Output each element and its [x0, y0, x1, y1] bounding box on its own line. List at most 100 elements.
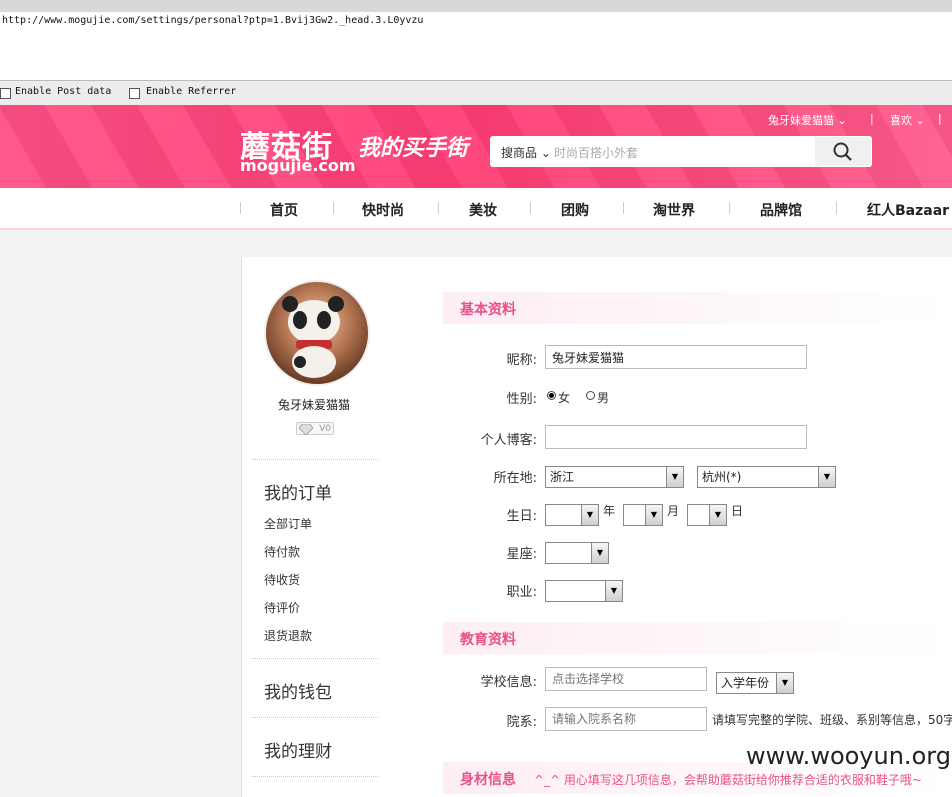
day-unit: 日 — [731, 504, 744, 518]
dropdown-arrow-icon: ▼ — [776, 673, 793, 693]
nav-item-bazaar[interactable]: 红人Bazaar — [867, 200, 949, 220]
vip-level-text: V0 — [319, 424, 331, 434]
sidebar-username[interactable]: 兔牙妹爱猫猫 — [278, 396, 350, 413]
zodiac-label: 星座: — [506, 547, 537, 562]
search-button[interactable] — [815, 137, 871, 166]
watermark: www.wooyun.org — [746, 742, 951, 770]
birthday-label: 生日: — [506, 509, 537, 524]
section-education-header — [443, 622, 952, 654]
diamond-icon — [299, 424, 313, 435]
section-basic-header — [443, 292, 952, 324]
nav-separator — [530, 202, 531, 214]
sidebar-my-finance[interactable]: 我的理财 — [264, 737, 332, 762]
job-label: 职业: — [506, 585, 537, 600]
chevron-down-icon: ⌄ — [837, 114, 847, 127]
url-text: http://www.mogujie.com/settings/personal… — [2, 15, 424, 26]
dropdown-arrow-icon: ▼ — [709, 505, 726, 525]
school-input[interactable] — [545, 667, 707, 691]
year-unit: 年 — [603, 504, 616, 518]
nav-item-group-buy[interactable]: 团购 — [561, 200, 589, 220]
province-select[interactable]: 浙江 ▼ — [545, 466, 684, 488]
nav-item-beauty[interactable]: 美妆 — [469, 200, 497, 220]
dropdown-arrow-icon: ▼ — [581, 505, 598, 525]
gender-male-label: 男 — [597, 391, 610, 405]
nav-separator — [438, 202, 439, 214]
zodiac-select[interactable]: ▼ — [545, 542, 609, 564]
nav-separator — [240, 202, 241, 214]
birth-day-select[interactable]: ▼ — [687, 504, 727, 526]
sidebar-item-all-orders[interactable]: 全部订单 — [264, 515, 312, 532]
nav-item-world[interactable]: 淘世界 — [653, 200, 695, 220]
dropdown-arrow-icon: ▼ — [818, 467, 835, 487]
gender-label: 性别: — [506, 392, 537, 407]
chevron-down-icon: ⌄ — [540, 146, 551, 160]
sidebar-my-wallet[interactable]: 我的钱包 — [264, 678, 332, 703]
section-education-title: 教育资料 — [460, 632, 516, 648]
favorites-menu[interactable]: 喜欢 ⌄ — [890, 112, 925, 128]
sidebar-item-pending-receipt[interactable]: 待收货 — [264, 571, 300, 588]
enable-referrer-checkbox[interactable] — [129, 88, 140, 99]
nav-separator — [729, 202, 730, 214]
gender-female-radio[interactable] — [547, 391, 556, 400]
panda-avatar-image — [282, 296, 344, 378]
sidebar-my-orders[interactable]: 我的订单 — [264, 479, 332, 504]
birth-year-select[interactable]: ▼ — [545, 504, 599, 526]
sidebar-item-refund[interactable]: 退货退款 — [264, 627, 312, 644]
nav-item-brands[interactable]: 品牌馆 — [760, 200, 802, 220]
search-icon — [833, 142, 852, 161]
chevron-down-icon: ⌄ — [915, 114, 925, 127]
nickname-input[interactable] — [545, 345, 807, 369]
sidebar-item-pending-review[interactable]: 待评价 — [264, 599, 300, 616]
avatar[interactable] — [264, 280, 370, 386]
favorites-label: 喜欢 — [890, 114, 912, 127]
blog-input[interactable] — [545, 425, 807, 449]
department-label: 院系: — [506, 715, 537, 730]
sidebar-item-pending-payment[interactable]: 待付款 — [264, 543, 300, 560]
location-label: 所在地: — [493, 471, 537, 486]
search-category-dropdown[interactable]: 搜商品 ⌄ — [501, 144, 551, 161]
city-select[interactable]: 杭州(*) ▼ — [697, 466, 836, 488]
user-menu-label: 兔牙妹爱猫猫 — [768, 114, 834, 127]
department-input[interactable] — [545, 707, 707, 731]
entry-year-value: 入学年份 — [721, 676, 770, 690]
sidebar-divider — [252, 658, 378, 659]
nav-separator — [333, 202, 334, 214]
section-body-title: 身材信息 — [460, 772, 516, 788]
nav-item-fast-fashion[interactable]: 快时尚 — [362, 200, 404, 220]
search-category-label: 搜商品 — [501, 146, 538, 160]
header-separator: | — [938, 112, 942, 125]
enable-post-data-checkbox[interactable] — [0, 88, 11, 99]
school-label: 学校信息: — [480, 675, 537, 690]
site-slogan: 我的买手街 — [358, 135, 469, 161]
header-separator: | — [870, 112, 874, 125]
nav-separator — [836, 202, 837, 214]
dropdown-arrow-icon: ▼ — [645, 505, 662, 525]
month-unit: 月 — [667, 504, 680, 518]
birth-month-select[interactable]: ▼ — [623, 504, 663, 526]
section-body-note: ^_^ 用心填写这几项信息，会帮助蘑菇街给你推荐合适的衣服和鞋子哦~ — [534, 773, 922, 787]
search-input[interactable] — [552, 139, 811, 166]
enable-referrer-label: Enable Referrer — [146, 86, 237, 97]
job-select[interactable]: ▼ — [545, 580, 623, 602]
site-logo-domain: mogujie.com — [240, 156, 356, 175]
nav-item-home[interactable]: 首页 — [270, 200, 298, 220]
section-basic-title: 基本资料 — [460, 302, 516, 318]
nickname-label: 昵称: — [506, 353, 537, 368]
gender-male-radio[interactable] — [586, 391, 595, 400]
vip-level-badge: V0 — [296, 422, 334, 435]
department-hint: 请填写完整的学院、班级、系别等信息，50字 — [712, 713, 952, 727]
gender-female-label: 女 — [558, 391, 571, 405]
sidebar-divider — [252, 776, 378, 777]
url-textarea[interactable]: http://www.mogujie.com/settings/personal… — [0, 12, 952, 81]
dropdown-arrow-icon: ▼ — [591, 543, 608, 563]
city-value: 杭州(*) — [702, 470, 742, 484]
sidebar-divider — [252, 717, 378, 718]
user-menu[interactable]: 兔牙妹爱猫猫 ⌄ — [768, 112, 847, 128]
options-bar — [0, 81, 952, 105]
dropdown-arrow-icon: ▼ — [666, 467, 683, 487]
nav-separator — [623, 202, 624, 214]
entry-year-select[interactable]: 入学年份 ▼ — [716, 672, 794, 694]
blog-label: 个人博客: — [480, 433, 537, 448]
enable-post-data-label: Enable Post data — [15, 86, 112, 97]
dropdown-arrow-icon: ▼ — [605, 581, 622, 601]
